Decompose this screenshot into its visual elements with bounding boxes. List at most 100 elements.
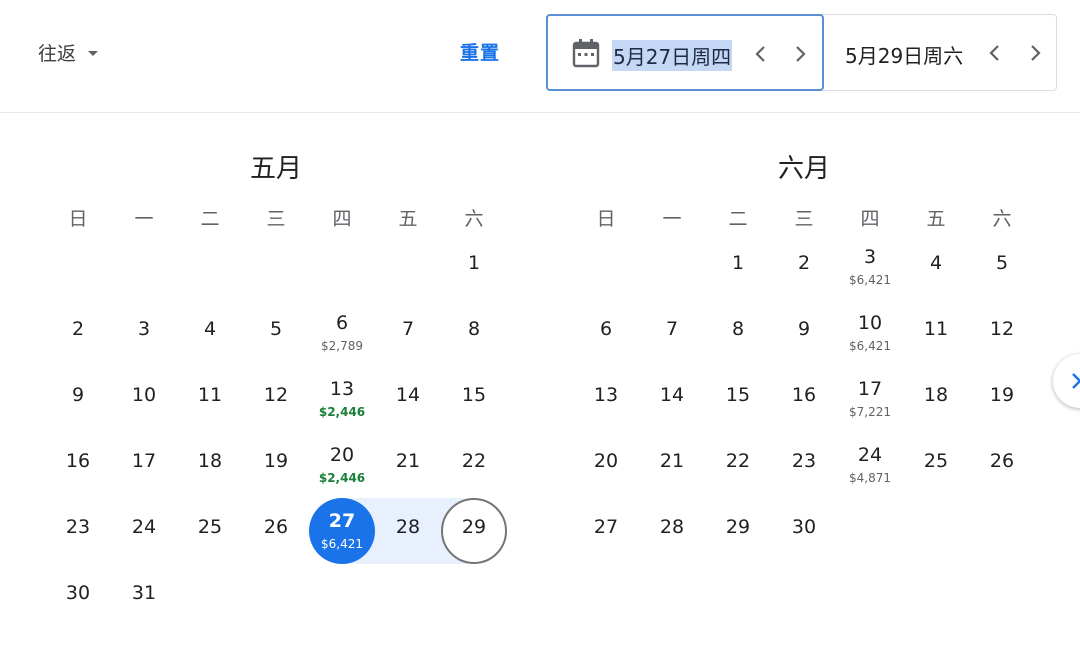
day-cell[interactable]: 4 [903, 234, 969, 300]
day-cell[interactable]: 5 [969, 234, 1035, 300]
day-cell[interactable]: 20 $2,446 [309, 432, 375, 498]
day-cell[interactable]: 28 [639, 498, 705, 564]
day-cell[interactable]: 24 $4,871 [837, 432, 903, 498]
day-cell[interactable]: 16 [771, 366, 837, 432]
day-cell[interactable]: 11 [903, 300, 969, 366]
day-cell[interactable]: 30 [771, 498, 837, 564]
day-cell[interactable]: 18 [177, 432, 243, 498]
day-cell[interactable]: 1 [705, 234, 771, 300]
day-number: 15 [461, 384, 487, 406]
day-cell[interactable]: 22 [705, 432, 771, 498]
day-cell[interactable]: 15 [441, 366, 507, 432]
day-cell[interactable]: 27 [573, 498, 639, 564]
day-cell[interactable]: 8 [441, 300, 507, 366]
day-cell[interactable]: 13 [573, 366, 639, 432]
trip-type-label: 往返 [38, 42, 77, 65]
day-price: $2,789 [321, 339, 363, 353]
day-number: 24 [857, 444, 883, 466]
depart-prev-day-button[interactable] [749, 42, 773, 66]
day-cell[interactable]: 24 [111, 498, 177, 564]
day-number: 29 [461, 516, 487, 538]
day-cell[interactable]: 3 [111, 300, 177, 366]
weekday-header: 四 [860, 208, 880, 230]
day-cell[interactable]: 3 $6,421 [837, 234, 903, 300]
day-cell[interactable]: 6 [573, 300, 639, 366]
day-cell[interactable]: 13 $2,446 [309, 366, 375, 432]
day-cell[interactable]: 9 [771, 300, 837, 366]
day-cell[interactable]: 25 [177, 498, 243, 564]
return-prev-day-button[interactable] [983, 41, 1007, 65]
day-cell[interactable]: 6 $2,789 [309, 300, 375, 366]
day-cell[interactable]: 19 [969, 366, 1035, 432]
day-cell[interactable]: 19 [243, 432, 309, 498]
return-date-field[interactable]: 5月29日周六 [825, 15, 1056, 90]
day-cell[interactable]: 16 [45, 432, 111, 498]
day-cell[interactable]: 18 [903, 366, 969, 432]
day-cell[interactable]: 21 [639, 432, 705, 498]
day-number: 30 [791, 516, 817, 538]
day-cell[interactable]: 14 [639, 366, 705, 432]
chevron-right-icon [796, 46, 806, 62]
day-cell[interactable]: 31 [111, 564, 177, 630]
day-cell[interactable]: 29 [705, 498, 771, 564]
day-cell[interactable]: 10 [111, 366, 177, 432]
day-cell-selected[interactable]: 27 $6,421 [309, 498, 375, 564]
depart-date-text[interactable]: 5月27日周四 [612, 40, 733, 71]
day-cell[interactable]: 1 [441, 234, 507, 300]
day-cell[interactable]: 7 [639, 300, 705, 366]
day-cell[interactable]: 22 [441, 432, 507, 498]
day-number: 26 [263, 516, 289, 538]
weekday-header: 五 [398, 208, 418, 230]
day-cell[interactable]: 17 $7,221 [837, 366, 903, 432]
day-number: 29 [725, 516, 751, 538]
weekday-header: 六 [992, 208, 1012, 230]
day-cell[interactable]: 28 [375, 498, 441, 564]
day-cell[interactable]: 7 [375, 300, 441, 366]
next-month-button[interactable] [1053, 354, 1080, 408]
day-cell[interactable]: 14 [375, 366, 441, 432]
day-cell[interactable]: 20 [573, 432, 639, 498]
day-number: 28 [659, 516, 685, 538]
day-number: 27 [593, 516, 619, 538]
depart-date-field[interactable]: 5月27日周四 [546, 14, 824, 91]
day-cell[interactable]: 25 [903, 432, 969, 498]
day-cell[interactable]: 12 [243, 366, 309, 432]
day-number: 31 [131, 582, 157, 604]
day-cell[interactable]: 12 [969, 300, 1035, 366]
day-cell[interactable]: 2 [45, 300, 111, 366]
day-cell[interactable]: 5 [243, 300, 309, 366]
day-cell[interactable]: 11 [177, 366, 243, 432]
chevron-left-icon [989, 45, 999, 61]
day-cell[interactable]: 4 [177, 300, 243, 366]
day-cell[interactable]: 26 [969, 432, 1035, 498]
day-price: $6,421 [849, 273, 891, 287]
day-cell[interactable]: 8 [705, 300, 771, 366]
day-cell[interactable]: 26 [243, 498, 309, 564]
reset-button[interactable]: 重置 [460, 38, 500, 65]
day-cell[interactable]: 21 [375, 432, 441, 498]
day-cell[interactable]: 23 [45, 498, 111, 564]
day-cell[interactable]: 17 [111, 432, 177, 498]
day-number: 25 [923, 450, 949, 472]
day-cell[interactable]: 29 [441, 498, 507, 564]
day-cell[interactable]: 30 [45, 564, 111, 630]
day-number: 23 [791, 450, 817, 472]
day-cell[interactable]: 10 $6,421 [837, 300, 903, 366]
day-number: 6 [335, 312, 349, 334]
day-cell[interactable]: 9 [45, 366, 111, 432]
day-number: 21 [659, 450, 685, 472]
return-date-text[interactable]: 5月29日周六 [845, 40, 963, 69]
day-cell[interactable]: 2 [771, 234, 837, 300]
month-grid: 五月日一二三四五六 1 2 3 4 5 6 $2,789 7 8 9 10 11 12 13 $2,446 14… [45, 140, 507, 640]
day-number: 17 [131, 450, 157, 472]
return-next-day-button[interactable] [1023, 41, 1047, 65]
day-number: 1 [467, 252, 481, 274]
day-number: 4 [929, 252, 943, 274]
day-cell[interactable]: 23 [771, 432, 837, 498]
trip-type-dropdown[interactable]: 往返 [38, 36, 99, 68]
day-cell[interactable]: 15 [705, 366, 771, 432]
day-number: 25 [197, 516, 223, 538]
day-number: 11 [197, 384, 223, 406]
depart-next-day-button[interactable] [788, 42, 812, 66]
day-number: 9 [797, 318, 811, 340]
